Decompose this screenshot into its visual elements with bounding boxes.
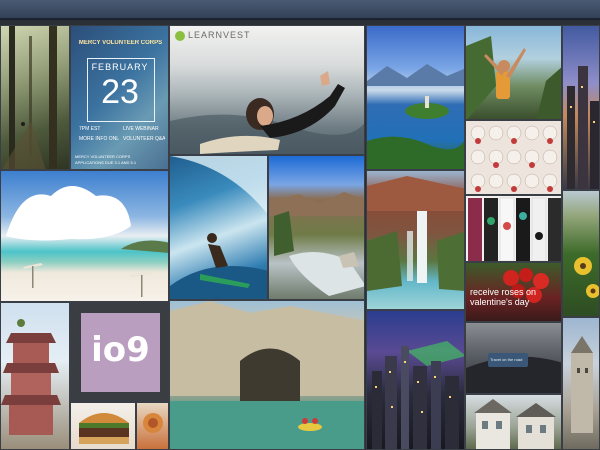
lake-island-tile[interactable] bbox=[366, 25, 465, 170]
poster-footer-1: MERCY VOLUNTEER CORPS bbox=[75, 154, 131, 159]
poster-org: MERCY VOLUNTEER CORPS bbox=[78, 40, 163, 46]
burger-image bbox=[79, 413, 129, 444]
roses-tile[interactable]: receive roses on valentine's day bbox=[465, 262, 562, 322]
desserts-image bbox=[470, 125, 558, 192]
hong-kong-image bbox=[372, 341, 464, 449]
sea-cave-image bbox=[170, 301, 364, 449]
city-night-image bbox=[567, 66, 599, 189]
burger-tile[interactable] bbox=[70, 402, 136, 450]
io9-tile[interactable]: io9 bbox=[70, 302, 169, 402]
learnvest-surfer-tile[interactable]: LEARNVEST bbox=[169, 25, 365, 155]
food-image bbox=[143, 413, 163, 433]
canyon-river-tile[interactable] bbox=[268, 155, 365, 300]
poster-time-right: LIVE WEBINAR bbox=[123, 126, 159, 132]
event-poster-tile[interactable]: MERCY VOLUNTEER CORPS FEBRUARY 23 7PM ES… bbox=[70, 25, 169, 170]
house-tile[interactable] bbox=[465, 394, 562, 450]
waterfall-image bbox=[367, 176, 464, 291]
surfer-paddling-image bbox=[170, 71, 364, 154]
dashboard-label: Travel on the road bbox=[490, 357, 523, 362]
house-image bbox=[474, 399, 556, 449]
beach-tile[interactable] bbox=[0, 170, 169, 302]
top-bar bbox=[0, 0, 600, 20]
surfer-wave-tile[interactable] bbox=[169, 155, 268, 300]
sunflowers-tile[interactable] bbox=[562, 190, 600, 317]
city-night-tile[interactable] bbox=[562, 25, 600, 190]
poster-month: FEBRUARY bbox=[91, 62, 149, 72]
castle-tile[interactable] bbox=[562, 317, 600, 450]
lake-image bbox=[367, 64, 464, 169]
photo-grid: MERCY VOLUNTEER CORPS FEBRUARY 23 7PM ES… bbox=[0, 20, 600, 450]
poster-footer-2: APPLICATIONS DUE 3.1 AND 5.1 bbox=[75, 160, 137, 165]
pagoda-image bbox=[1, 319, 61, 435]
art-prints-tile[interactable] bbox=[465, 195, 562, 262]
car-dashboard-tile[interactable]: Travel on the road bbox=[465, 322, 562, 394]
waterfall-tile[interactable] bbox=[366, 170, 465, 310]
roses-caption: receive roses on valentine's day bbox=[470, 287, 537, 307]
surfer-wave-image bbox=[170, 156, 267, 299]
photo-tile-forest[interactable] bbox=[0, 25, 70, 170]
hong-kong-night-tile[interactable] bbox=[366, 310, 465, 450]
beach-image bbox=[6, 186, 168, 297]
sunflowers-image bbox=[574, 257, 599, 298]
desserts-tile[interactable] bbox=[465, 120, 562, 195]
cliff-man-tile[interactable] bbox=[465, 25, 562, 120]
cliff-man-image bbox=[466, 36, 561, 119]
canyon-image bbox=[269, 192, 364, 296]
art-prints-image bbox=[468, 197, 561, 261]
poster-info-left: MORE INFO ONLINE bbox=[79, 136, 119, 142]
sea-cave-tile[interactable] bbox=[169, 300, 365, 450]
pagoda-tile[interactable] bbox=[0, 302, 70, 450]
poster-day: 23 bbox=[101, 73, 139, 111]
forest-image bbox=[2, 26, 57, 169]
io9-logo-text: io9 bbox=[91, 330, 150, 370]
castle-image bbox=[571, 336, 593, 433]
poster-time-left: 7PM EST bbox=[79, 126, 101, 132]
poster-info-right: VOLUNTEER Q&A bbox=[123, 136, 165, 142]
food-tile[interactable] bbox=[136, 402, 169, 450]
